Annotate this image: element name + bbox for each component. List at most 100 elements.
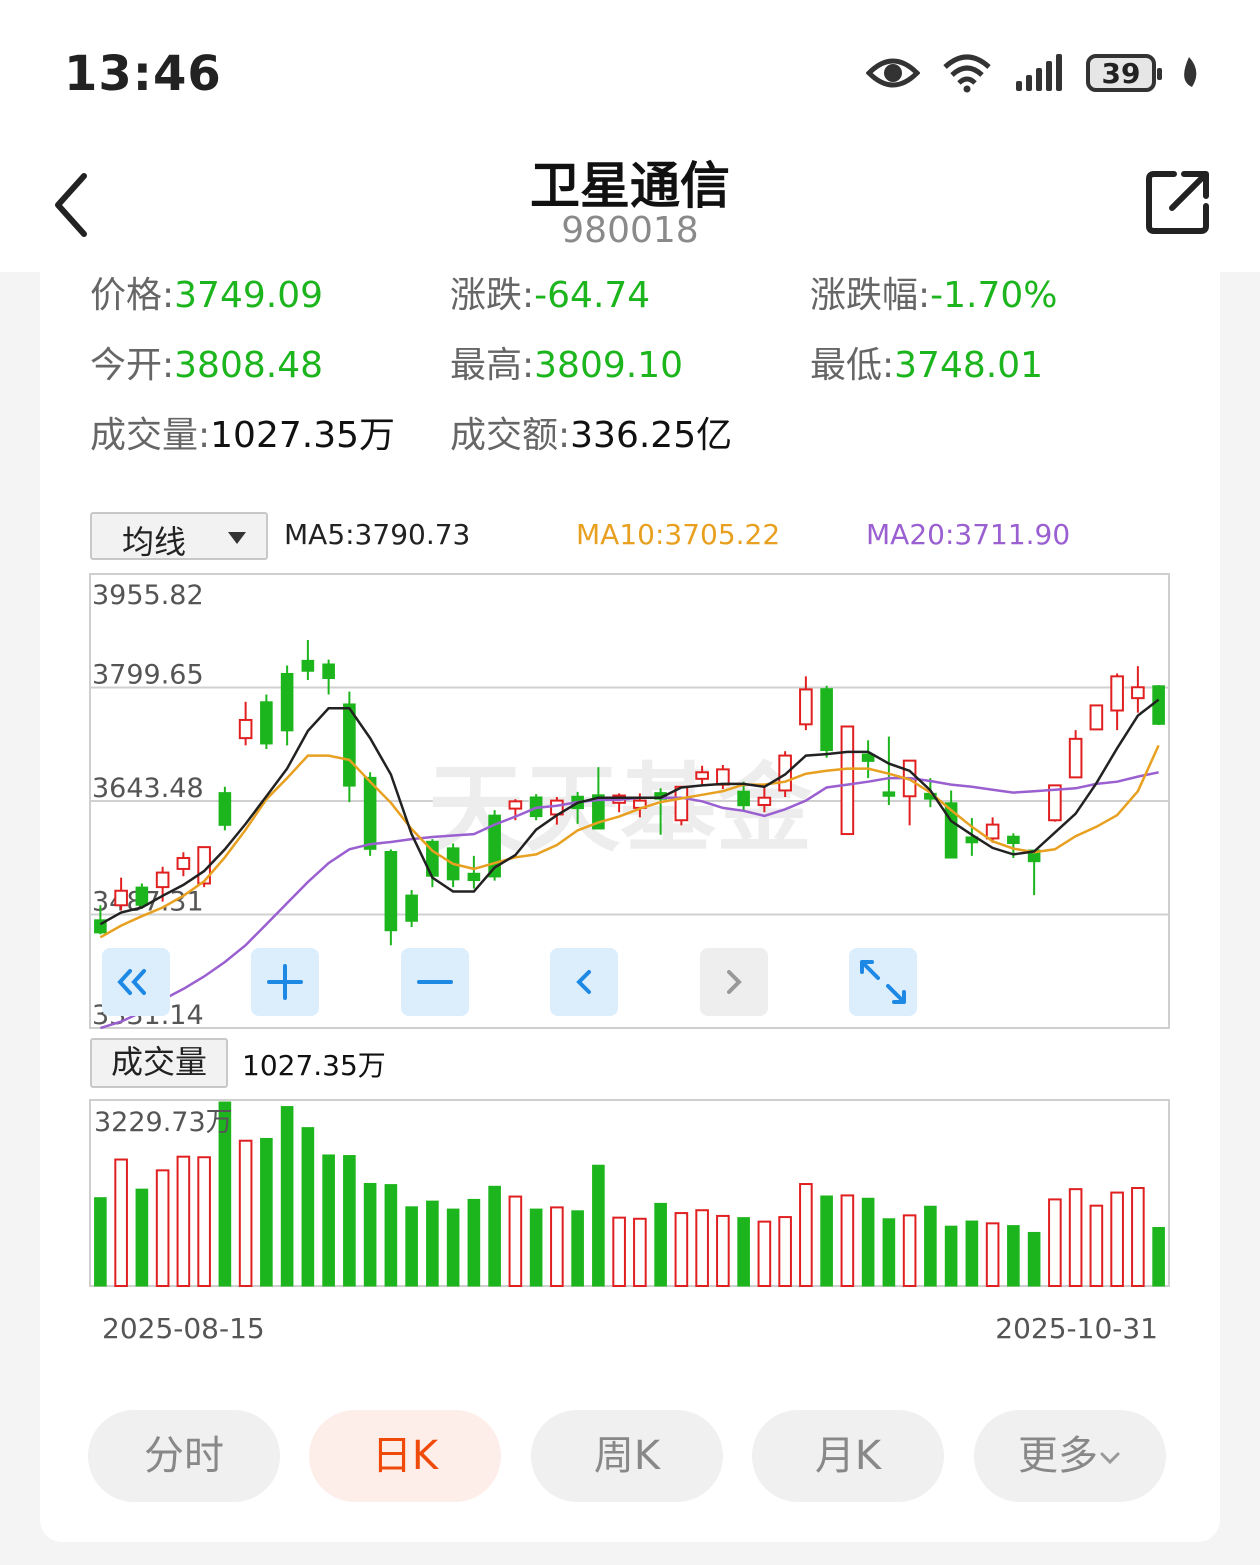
- volume-bar-down: [882, 1218, 896, 1287]
- volume-bar-up: [238, 1139, 253, 1287]
- volume-bar-down: [446, 1208, 460, 1287]
- volume-bar-up: [155, 1169, 170, 1287]
- kline-chart[interactable]: 天天基金 3955.823799.653643.483487.313331.14: [40, 572, 1220, 1034]
- candle-body-down: [467, 872, 481, 882]
- price-tick-label: 3955.82: [92, 580, 204, 611]
- ma10-legend: MA10:3705.22: [576, 518, 781, 551]
- quote-row-3: 成交量:1027.35万 成交额:336.25亿: [90, 406, 1190, 462]
- volume-max-label: 3229.73万: [94, 1107, 233, 1138]
- open-label: 今开:: [90, 345, 175, 386]
- status-icons: 39: [866, 48, 1200, 98]
- start-date: 2025-08-15: [102, 1312, 265, 1345]
- candle-body-down: [301, 659, 315, 672]
- volume-bar-up: [197, 1156, 211, 1288]
- volume-bar-up: [716, 1214, 730, 1287]
- volume-bar-up: [985, 1222, 1000, 1287]
- signal-icon: [1016, 54, 1062, 91]
- ma20-legend: MA20:3711.90: [866, 518, 1071, 551]
- volume-bar-down: [301, 1127, 315, 1287]
- volume-bar-down: [571, 1210, 584, 1287]
- chevron-down-icon: [1100, 1452, 1120, 1465]
- candle-body-down: [363, 776, 377, 850]
- candle-body-up: [114, 889, 128, 907]
- tab-more[interactable]: 更多: [974, 1410, 1166, 1502]
- scroll-right-button[interactable]: [700, 948, 768, 1016]
- candle-body-up: [757, 796, 772, 806]
- candle: [260, 694, 273, 750]
- app-header: 卫星通信 980018: [0, 140, 1260, 272]
- change-pct-value: -1.70%: [930, 275, 1058, 316]
- quote-card: 价格:3749.09 涨跌:-64.74 涨跌幅:-1.70% 今开:3808.…: [40, 272, 1220, 1542]
- chart-watermark: 天天基金: [428, 753, 813, 865]
- volume-bar-down: [260, 1137, 273, 1287]
- fullscreen-button[interactable]: [849, 948, 917, 1016]
- end-date: 2025-10-31: [995, 1312, 1158, 1345]
- zoom-in-button[interactable]: [251, 948, 319, 1016]
- candle: [405, 890, 418, 928]
- volume-indicator-value: 1027.35万: [242, 1049, 386, 1082]
- price-label: 价格:: [90, 275, 175, 316]
- volume-bar-up: [550, 1206, 564, 1287]
- volume-bar-up: [840, 1194, 855, 1287]
- candle-body-up: [508, 800, 523, 810]
- volume-bar-down: [861, 1197, 875, 1287]
- amount-value: 336.25亿: [570, 415, 733, 456]
- page-title: 卫星通信: [530, 157, 730, 215]
- candle: [820, 685, 833, 758]
- wifi-icon: [943, 54, 991, 93]
- candle-body-down: [135, 886, 149, 906]
- change-pct-label: 涨跌幅:: [810, 275, 931, 316]
- scroll-first-button[interactable]: [102, 948, 170, 1016]
- volume-bar-up: [1048, 1198, 1062, 1287]
- high-item: 最高:3809.10: [450, 336, 683, 388]
- volume-bar-up: [695, 1209, 709, 1287]
- volume-bar-up: [674, 1212, 689, 1287]
- candle-body-down: [218, 792, 232, 826]
- volume-bar-up: [612, 1216, 626, 1287]
- scroll-left-button[interactable]: [550, 948, 618, 1016]
- volume-bar-down: [467, 1198, 481, 1287]
- candle: [1152, 685, 1165, 726]
- candle-body-up: [1089, 704, 1104, 731]
- volume-bar-up: [799, 1183, 813, 1287]
- candle-body-down: [882, 791, 896, 797]
- share-icon: [1146, 171, 1209, 234]
- volume-bar-up: [757, 1220, 772, 1287]
- eye-icon: [866, 58, 920, 88]
- share-button[interactable]: [1144, 166, 1214, 236]
- candle-body-down: [405, 894, 418, 922]
- candle-body-down: [280, 672, 294, 732]
- volume-bar-down: [405, 1206, 418, 1287]
- candle-body-up: [695, 771, 709, 780]
- tab-daily-k[interactable]: 日K: [309, 1410, 501, 1502]
- volume-label: 成交量:: [90, 415, 211, 456]
- candle-body-up: [985, 823, 1000, 840]
- high-label: 最高:: [450, 345, 535, 386]
- tab-more-label: 更多: [1018, 1433, 1098, 1479]
- volume-bar-down: [1007, 1225, 1020, 1287]
- low-item: 最低:3748.01: [810, 336, 1043, 388]
- volume-bar-down: [343, 1155, 356, 1287]
- tab-intraday[interactable]: 分时: [88, 1410, 280, 1502]
- low-label: 最低:: [810, 345, 895, 386]
- tab-weekly-k[interactable]: 周K: [531, 1410, 723, 1502]
- volume-bar-down: [654, 1202, 667, 1287]
- volume-bar-down: [488, 1185, 501, 1287]
- tab-monthly-k[interactable]: 月K: [752, 1410, 944, 1502]
- candle-body-up: [799, 688, 813, 726]
- zoom-out-button[interactable]: [401, 948, 469, 1016]
- volume-bar-down: [426, 1200, 439, 1287]
- volume-bar-down: [737, 1217, 750, 1287]
- volume-indicator-button[interactable]: 成交量: [90, 1038, 228, 1088]
- volume-bar-down: [924, 1205, 937, 1287]
- change-item: 涨跌:-64.74: [450, 272, 650, 318]
- candle-body-up: [238, 718, 253, 740]
- candle-body-up: [155, 871, 170, 889]
- volume-value: 1027.35万: [210, 415, 396, 456]
- candle-body-down: [820, 688, 833, 751]
- volume-bar-down: [1152, 1226, 1165, 1287]
- leaf-icon: [1184, 57, 1197, 87]
- indicator-select[interactable]: 均线: [90, 512, 268, 561]
- volume-bar-up: [902, 1214, 917, 1287]
- volume-bar-up: [1110, 1191, 1124, 1287]
